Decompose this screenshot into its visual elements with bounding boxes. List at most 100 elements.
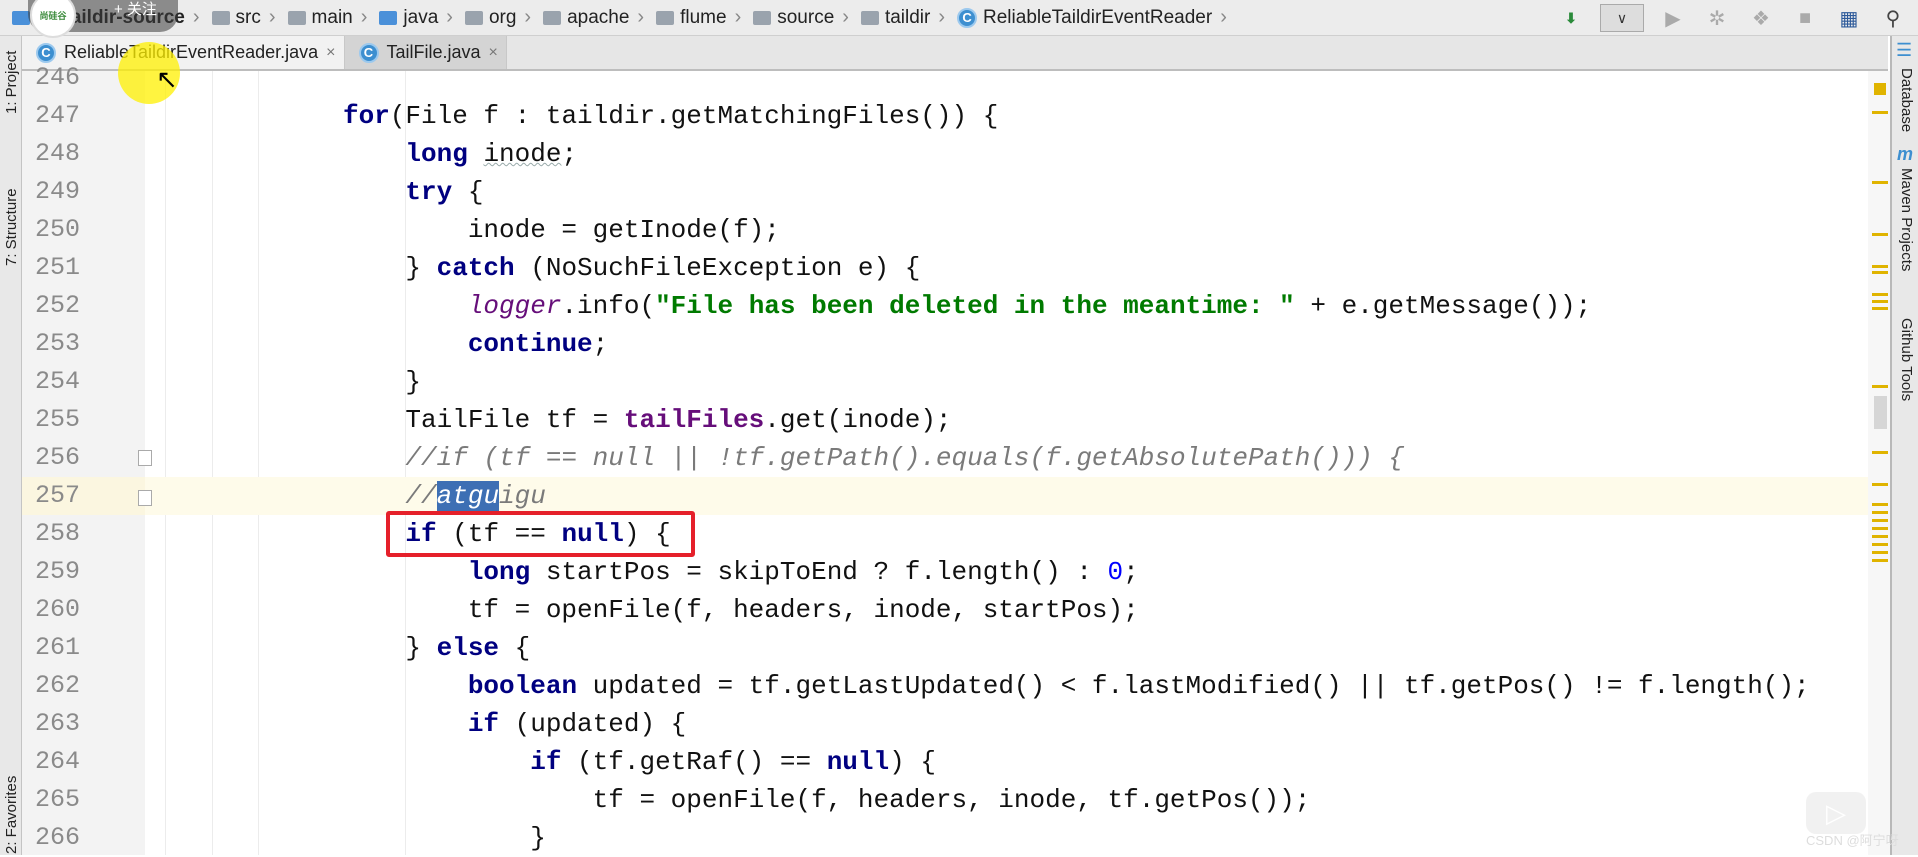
code-token: if (530, 747, 562, 777)
breadcrumb-label: main (311, 6, 353, 28)
warning-mark[interactable] (1872, 511, 1888, 514)
code-line[interactable]: if (updated) { (145, 705, 1868, 743)
code-line[interactable]: } (145, 363, 1868, 401)
build-icon[interactable]: ⬇ (1556, 5, 1586, 31)
warning-mark[interactable] (1872, 519, 1888, 522)
error-stripe-scrollbar[interactable] (1868, 71, 1890, 855)
run-config-dropdown[interactable]: ∨ (1600, 4, 1644, 32)
breadcrumb-item[interactable]: taildir › (860, 6, 951, 29)
stop-icon[interactable]: ■ (1790, 5, 1820, 31)
code-editor[interactable]: for(File f : taildir.getMatchingFiles())… (145, 71, 1868, 855)
close-icon[interactable]: × (489, 44, 498, 62)
line-number: 264 (34, 747, 80, 776)
package-icon (543, 10, 562, 25)
code-token: (NoSuchFileException e) { (514, 253, 921, 283)
code-line[interactable] (145, 71, 1868, 97)
folder-icon (211, 10, 230, 25)
breadcrumb-item[interactable]: src › (211, 6, 282, 29)
breadcrumb-item[interactable]: C ReliableTaildirEventReader › (957, 6, 1233, 29)
code-line[interactable]: continue; (145, 325, 1868, 363)
debug-icon[interactable]: ✲ (1702, 5, 1732, 31)
code-line[interactable]: TailFile tf = tailFiles.get(inode); (145, 401, 1868, 439)
fold-end-icon[interactable] (138, 490, 152, 506)
play-icon[interactable]: ▷ (1806, 792, 1866, 834)
run-icon[interactable]: ▶ (1658, 5, 1688, 31)
warning-mark[interactable] (1872, 300, 1888, 303)
code-token: catch (436, 253, 515, 283)
tool-window-structure[interactable]: 7: Structure (3, 188, 20, 266)
warning-mark[interactable] (1872, 503, 1888, 506)
code-token: inode (483, 139, 562, 169)
warning-mark[interactable] (1872, 111, 1888, 114)
code-line[interactable]: logger.info("File has been deleted in th… (145, 287, 1868, 325)
code-line[interactable]: for(File f : taildir.getMatchingFiles())… (145, 97, 1868, 135)
warning-mark[interactable] (1872, 551, 1888, 554)
breadcrumb-item[interactable]: main › (287, 6, 374, 29)
line-number: 254 (34, 367, 80, 396)
warning-mark[interactable] (1872, 535, 1888, 538)
breadcrumb-label: source (777, 6, 835, 28)
breadcrumb-item[interactable]: source › (753, 6, 855, 29)
breadcrumb-item[interactable]: java › (379, 6, 459, 29)
code-token: ) { (889, 747, 936, 777)
code-token: startPos = skipToEnd ? f.length() : (530, 557, 1108, 587)
warning-mark[interactable] (1872, 265, 1888, 268)
code-token: for (343, 101, 390, 131)
tool-window-github-tools[interactable]: Github Tools (1898, 318, 1915, 401)
scrollbar-thumb[interactable] (1874, 396, 1887, 429)
code-line[interactable]: //atguigu (145, 477, 1868, 515)
code-line[interactable]: } else { (145, 629, 1868, 667)
warning-mark[interactable] (1872, 385, 1888, 388)
warning-mark[interactable] (1872, 307, 1888, 310)
code-line[interactable]: if (tf.getRaf() == null) { (145, 743, 1868, 781)
warning-mark[interactable] (1872, 527, 1888, 530)
code-token: } (343, 253, 437, 283)
code-line[interactable]: boolean updated = tf.getLastUpdated() < … (145, 667, 1868, 705)
warning-mark[interactable] (1872, 543, 1888, 546)
line-number: 258 (34, 519, 80, 548)
warning-mark[interactable] (1872, 181, 1888, 184)
code-line[interactable]: tf = openFile(f, headers, inode, startPo… (145, 591, 1868, 629)
code-line[interactable]: //if (tf == null || !tf.getPath().equals… (145, 439, 1868, 477)
warning-mark[interactable] (1872, 233, 1888, 236)
tool-window-database[interactable]: Database (1898, 68, 1915, 132)
warning-mark[interactable] (1872, 451, 1888, 454)
code-token: (tf.getRaf() == (561, 747, 827, 777)
code-line[interactable]: tf = openFile(f, headers, inode, tf.getP… (145, 781, 1868, 819)
coverage-icon[interactable]: ❖ (1746, 5, 1776, 31)
tab-tailfile[interactable]: C TailFile.java × (344, 36, 507, 69)
code-line[interactable]: try { (145, 173, 1868, 211)
warning-mark[interactable] (1872, 293, 1888, 296)
package-icon (860, 10, 879, 25)
tool-window-favorites[interactable]: 2: Favorites (3, 776, 20, 854)
close-icon[interactable]: × (326, 44, 335, 62)
code-token: + e.getMessage()); (1294, 291, 1592, 321)
line-number: 260 (34, 595, 80, 624)
tool-window-project[interactable]: 1: Project (3, 51, 20, 114)
code-line[interactable]: } (145, 819, 1868, 855)
code-line[interactable]: } catch (NoSuchFileException e) { (145, 249, 1868, 287)
project-structure-icon[interactable]: ▦ (1834, 5, 1864, 31)
warning-mark[interactable] (1872, 483, 1888, 486)
breadcrumb-item[interactable]: flume › (656, 6, 747, 29)
code-line[interactable]: inode = getInode(f); (145, 211, 1868, 249)
warning-mark[interactable] (1872, 271, 1888, 274)
code-line[interactable]: long startPos = skipToEnd ? f.length() :… (145, 553, 1868, 591)
fold-start-icon[interactable] (138, 450, 152, 466)
breadcrumb-item[interactable]: org › (464, 6, 537, 29)
code-line[interactable]: long inode; (145, 135, 1868, 173)
code-token: (File f : taildir.getMatchingFiles()) { (389, 101, 999, 131)
code-token: logger (467, 291, 562, 321)
line-number: 253 (34, 329, 80, 358)
left-tool-strip: 1: Project 7: Structure 2: Favorites (0, 36, 22, 855)
chevron-down-icon: ∨ (1616, 9, 1628, 26)
search-icon[interactable]: ⚲ (1878, 5, 1908, 31)
breadcrumb-label: src (235, 6, 261, 28)
warning-mark[interactable] (1872, 559, 1888, 562)
breadcrumb-item[interactable]: apache › (543, 6, 650, 29)
tool-window-maven-projects[interactable]: Maven Projects (1898, 168, 1915, 271)
